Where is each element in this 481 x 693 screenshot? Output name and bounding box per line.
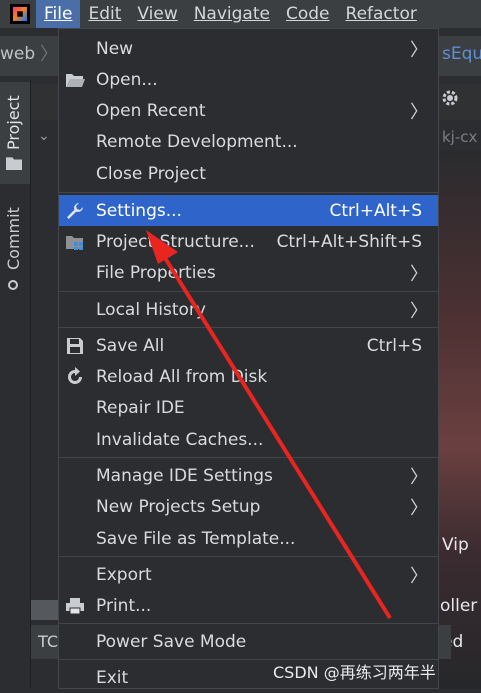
menu-separator xyxy=(59,623,438,624)
menu-edit[interactable]: Edit xyxy=(80,0,129,28)
menu-item-label: Reload All from Disk xyxy=(96,366,268,387)
menu-item-label: File Properties xyxy=(96,262,216,283)
menu-item-label: New xyxy=(96,38,134,59)
watermark: CSDN @再练习两年半 xyxy=(273,663,436,682)
menu-item-label: Close Project xyxy=(96,163,206,184)
menu-refactor[interactable]: Refactor xyxy=(338,0,425,28)
menu-item-project-structure[interactable]: Project Structure... Ctrl+Alt+Shift+S xyxy=(59,226,438,257)
menu-item-close-project[interactable]: Close Project xyxy=(59,158,438,189)
editor-tab[interactable]: kj-cx xyxy=(442,128,477,146)
menu-separator xyxy=(59,192,438,193)
menu-separator xyxy=(59,291,438,292)
file-menu-dropdown: New 〉 Open... Open Recent 〉 Remote Devel… xyxy=(58,28,439,689)
bottom-panel-label: TC xyxy=(38,632,59,651)
project-structure-icon xyxy=(66,236,83,250)
chevron-right-icon: 〉 xyxy=(410,565,428,587)
menu-view-label: View xyxy=(137,4,178,24)
editor-text-fragment: oller xyxy=(440,596,478,616)
menu-item-label: Repair IDE xyxy=(96,397,185,418)
menu-item-invalidate-caches[interactable]: Invalidate Caches... xyxy=(59,424,438,455)
menu-item-new[interactable]: New 〉 xyxy=(59,33,438,64)
menu-separator xyxy=(59,327,438,328)
menu-item-reload-all[interactable]: Reload All from Disk xyxy=(59,361,438,392)
editor-text-fragment: Vip xyxy=(442,535,469,555)
menu-item-label: Export xyxy=(96,564,152,585)
menu-view[interactable]: View xyxy=(129,0,185,28)
chevron-right-icon: 〉 xyxy=(410,300,428,322)
menu-item-shortcut: Ctrl+Alt+Shift+S xyxy=(276,231,422,252)
main-menu-bar: File Edit View Navigate Code Refactor xyxy=(0,0,481,28)
folder-open-icon xyxy=(66,74,85,87)
breadcrumb-separator: 〉 xyxy=(40,44,58,65)
menu-code-label: Code xyxy=(285,4,330,24)
menu-item-manage-ide-settings[interactable]: Manage IDE Settings 〉 xyxy=(59,460,438,491)
chevron-down-icon[interactable]: ⌄ xyxy=(38,128,50,144)
chevron-right-icon: 〉 xyxy=(410,497,428,519)
menu-navigate-label: Navigate xyxy=(193,4,270,24)
menu-item-save-all[interactable]: Save All Ctrl+S xyxy=(59,330,438,361)
menu-item-export[interactable]: Export 〉 xyxy=(59,559,438,590)
menu-separator xyxy=(59,457,438,458)
gear-icon[interactable] xyxy=(440,88,460,108)
save-icon xyxy=(67,338,83,354)
intellij-logo-icon xyxy=(10,4,30,24)
menu-item-new-projects-setup[interactable]: New Projects Setup 〉 xyxy=(59,491,438,522)
breadcrumb-file[interactable]: sEqu xyxy=(442,44,481,64)
menu-item-label: Save File as Template... xyxy=(96,528,296,549)
menu-edit-label: Edit xyxy=(88,4,122,24)
menu-item-open[interactable]: Open... xyxy=(59,64,438,95)
menu-file[interactable]: File xyxy=(36,0,81,28)
menu-item-label: Invalidate Caches... xyxy=(96,429,264,450)
menu-item-label: Open Recent xyxy=(96,100,206,121)
menu-navigate[interactable]: Navigate xyxy=(186,0,278,28)
chevron-right-icon: 〉 xyxy=(410,263,428,285)
chevron-right-icon: 〉 xyxy=(410,39,428,61)
menu-file-label: File xyxy=(44,4,73,24)
menu-item-label: Open... xyxy=(96,69,158,90)
reload-icon xyxy=(68,367,82,384)
menu-item-print[interactable]: Print... xyxy=(59,590,438,621)
menu-item-repair-ide[interactable]: Repair IDE xyxy=(59,392,438,423)
menu-refactor-label: Refactor xyxy=(345,4,417,24)
menu-item-open-recent[interactable]: Open Recent 〉 xyxy=(59,95,438,126)
menu-code[interactable]: Code xyxy=(278,0,338,28)
chevron-right-icon: 〉 xyxy=(410,466,428,488)
menu-item-label: Settings... xyxy=(96,200,182,221)
menu-item-remote-development[interactable]: Remote Development... xyxy=(59,126,438,157)
menu-separator xyxy=(59,556,438,557)
menu-item-file-properties[interactable]: File Properties 〉 xyxy=(59,257,438,288)
wrench-icon xyxy=(67,203,83,219)
menu-item-label: Remote Development... xyxy=(96,131,298,152)
menu-item-label: Local History xyxy=(96,299,206,320)
menu-item-label: Power Save Mode xyxy=(96,631,247,652)
menu-item-label: Print... xyxy=(96,595,152,616)
menu-item-label: New Projects Setup xyxy=(96,496,261,517)
menu-item-shortcut: Ctrl+Alt+S xyxy=(329,200,422,221)
menu-item-settings[interactable]: Settings... Ctrl+Alt+S xyxy=(59,195,438,226)
menu-item-power-save-mode[interactable]: Power Save Mode xyxy=(59,626,438,657)
menu-item-label: Manage IDE Settings xyxy=(96,465,273,486)
menu-item-label: Exit xyxy=(96,667,129,688)
commit-icon xyxy=(8,280,18,290)
scrollbar[interactable] xyxy=(31,600,61,620)
menu-item-label: Save All xyxy=(96,335,165,356)
tool-window-commit-label[interactable]: Commit xyxy=(4,207,23,270)
menu-item-save-file-as-template[interactable]: Save File as Template... xyxy=(59,523,438,554)
tool-window-project-label: Project xyxy=(4,95,23,150)
breadcrumb-project[interactable]: web xyxy=(0,44,35,64)
menu-item-shortcut: Ctrl+S xyxy=(366,335,422,356)
print-icon xyxy=(66,598,84,615)
chevron-right-icon: 〉 xyxy=(410,101,428,123)
menu-item-label: Project Structure... xyxy=(96,231,255,252)
menu-item-local-history[interactable]: Local History 〉 xyxy=(59,294,438,325)
